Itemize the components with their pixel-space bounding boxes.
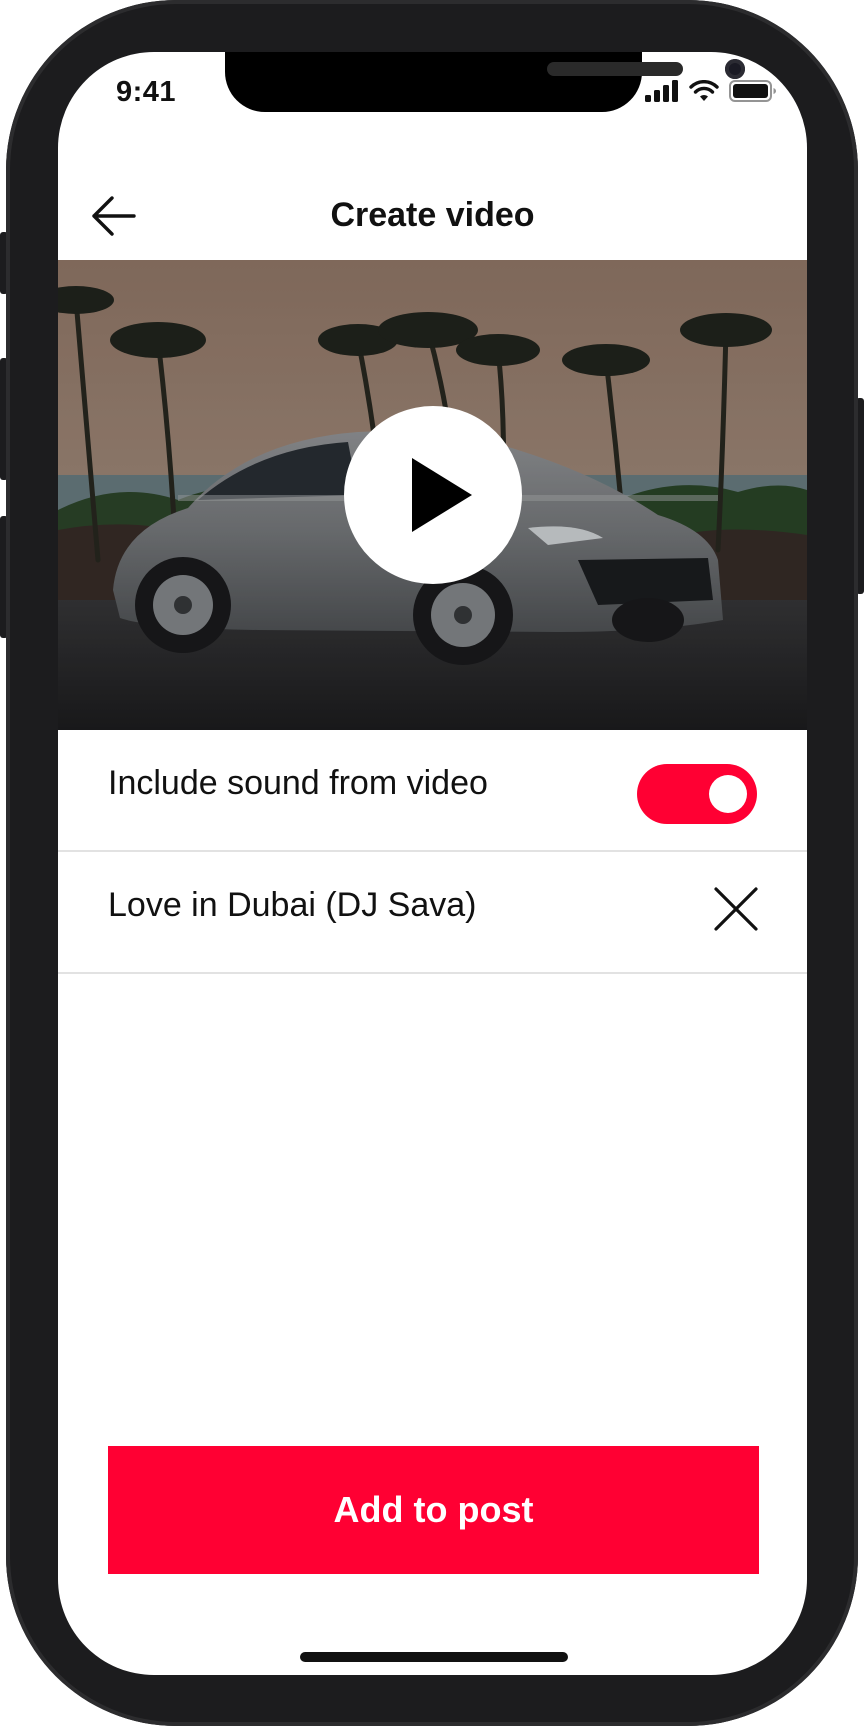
nav-bar: Create video (58, 172, 807, 260)
add-to-post-button[interactable]: Add to post (108, 1446, 759, 1574)
earpiece-speaker (547, 62, 683, 76)
play-icon (412, 458, 472, 532)
wifi-icon (689, 80, 719, 107)
close-icon (714, 887, 758, 931)
status-time: 9:41 (116, 76, 177, 108)
include-sound-row: Include sound from video (58, 730, 807, 852)
video-preview[interactable] (58, 260, 807, 730)
app-screen: 9:41 Create video Include sound from vid… (58, 52, 807, 1675)
phone-device: 9:41 Create video Include sound from vid… (0, 0, 864, 1726)
play-button[interactable] (344, 406, 522, 584)
music-track-label: Love in Dubai (DJ Sava) (108, 886, 477, 924)
status-icons (645, 80, 777, 107)
page-title: Create video (330, 196, 535, 234)
toggle-knob (709, 775, 747, 813)
notch (225, 52, 745, 112)
home-indicator[interactable] (300, 1652, 568, 1662)
signal-icon (645, 80, 679, 107)
remove-track-button[interactable] (711, 884, 761, 934)
front-camera (725, 59, 745, 79)
include-sound-label: Include sound from video (108, 764, 488, 802)
music-track-row: Love in Dubai (DJ Sava) (58, 852, 807, 974)
battery-icon (729, 80, 777, 107)
include-sound-toggle[interactable] (637, 764, 757, 824)
